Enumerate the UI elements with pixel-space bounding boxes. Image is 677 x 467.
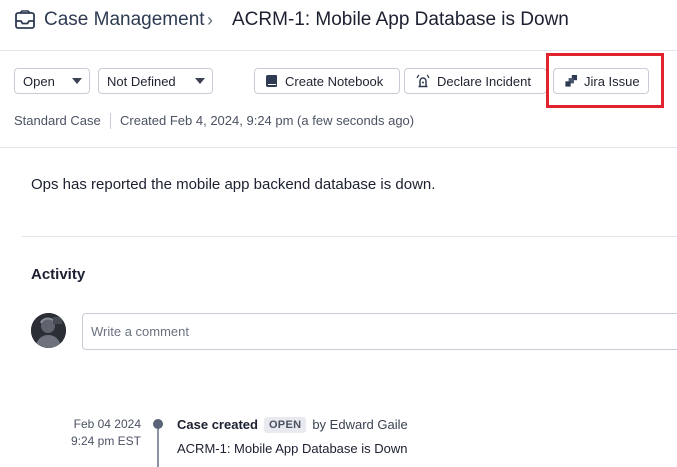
status-select-value: Open xyxy=(23,73,55,89)
section-divider xyxy=(0,147,677,148)
notebook-icon xyxy=(266,75,277,87)
page-title: ACRM-1: Mobile App Database is Down xyxy=(232,9,569,30)
case-type: Standard Case xyxy=(14,113,101,128)
event-subtitle: ACRM-1: Mobile App Database is Down xyxy=(177,441,408,456)
timeline-dot xyxy=(153,419,163,429)
activity-divider xyxy=(22,236,677,237)
case-inbox-icon xyxy=(15,10,35,29)
case-description: Ops has reported the mobile app backend … xyxy=(31,176,436,193)
jira-issue-button[interactable]: Jira Issue xyxy=(553,68,649,94)
status-badge: OPEN xyxy=(263,417,307,433)
siren-icon xyxy=(416,74,430,88)
create-notebook-button[interactable]: Create Notebook xyxy=(254,68,400,94)
avatar xyxy=(31,313,66,348)
chevron-down-icon xyxy=(72,78,82,84)
event-date: Feb 04 2024 xyxy=(73,417,141,431)
chevron-down-icon xyxy=(195,78,205,84)
event-title-row: Case created OPEN by Edward Gaile xyxy=(177,417,408,433)
event-time: 9:24 pm EST xyxy=(70,434,141,448)
meta-divider xyxy=(110,113,111,129)
priority-select-value: Not Defined xyxy=(107,73,176,89)
timeline-line xyxy=(157,426,159,467)
event-author: by Edward Gaile xyxy=(312,417,408,432)
jira-icon xyxy=(565,75,577,87)
created-timestamp: Created Feb 4, 2024, 9:24 pm (a few seco… xyxy=(120,113,415,128)
status-select[interactable]: Open xyxy=(14,68,90,94)
priority-select[interactable]: Not Defined xyxy=(98,68,213,94)
comment-input[interactable] xyxy=(82,313,677,350)
page-header: Case Management › ACRM-1: Mobile App Dat… xyxy=(0,0,677,51)
activity-heading: Activity xyxy=(31,266,86,283)
event-title: Case created xyxy=(177,417,258,432)
declare-incident-label: Declare Incident xyxy=(437,73,531,89)
jira-issue-label: Jira Issue xyxy=(584,73,640,89)
declare-incident-button[interactable]: Declare Incident xyxy=(404,68,547,94)
create-notebook-label: Create Notebook xyxy=(285,73,384,89)
chevron-right-icon: › xyxy=(207,10,213,30)
breadcrumb-case-management[interactable]: Case Management xyxy=(44,8,205,32)
